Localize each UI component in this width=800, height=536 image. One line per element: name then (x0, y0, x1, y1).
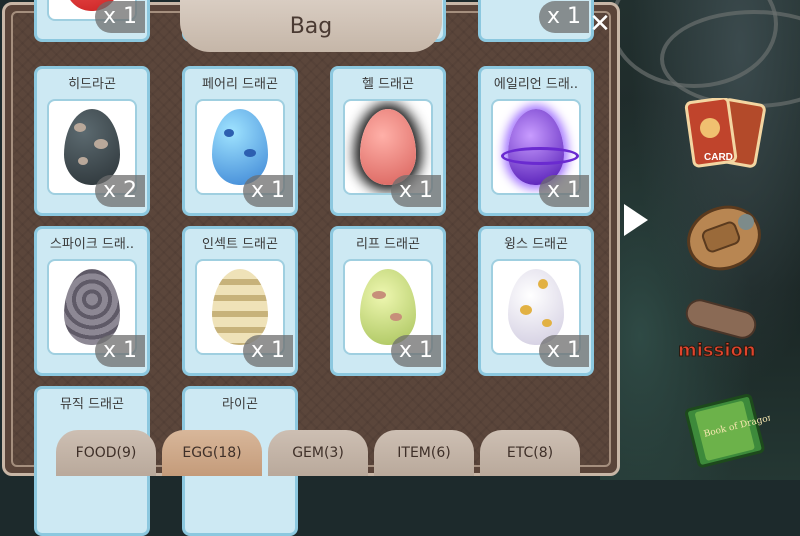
egg-card-fairy-dragon[interactable]: 페어리 드래곤 x 1 (182, 66, 298, 216)
mission-label: mission (678, 340, 756, 361)
red-hell-egg-icon (360, 109, 416, 185)
dark-spotted-egg-icon (64, 109, 120, 185)
item-quantity: x 1 (243, 335, 293, 367)
item-name: 윙스 드래곤 (504, 237, 568, 252)
book-icon: Book of Dragons (685, 394, 779, 468)
close-button[interactable]: ✕ (586, 10, 614, 38)
egg-grid: x 1 x 1 히드라곤 x 2 페어리 드래곤 x 1 헬 드래곤 x 1 에… (0, 0, 620, 536)
item-quantity: x 1 (243, 175, 293, 207)
blue-egg-icon (212, 109, 268, 185)
egg-card[interactable]: x 1 (34, 0, 150, 42)
egg-card[interactable]: x 1 (478, 0, 594, 42)
item-name: 히드라곤 (68, 77, 116, 92)
item-name: 스파이크 드래.. (49, 237, 135, 252)
bag-button[interactable] (676, 192, 772, 276)
lavender-spotted-egg-icon (508, 269, 564, 345)
egg-card-spike-dragon[interactable]: 스파이크 드래.. x 1 (34, 226, 150, 376)
tab-etc[interactable]: ETC(8) (480, 430, 580, 476)
card-icon: CARD (684, 96, 766, 168)
egg-card-hell-dragon[interactable]: 헬 드래곤 x 1 (330, 66, 446, 216)
tab-gem[interactable]: GEM(3) (268, 430, 368, 476)
item-name: 에일리언 드래.. (493, 77, 579, 92)
item-name: 헬 드래곤 (362, 77, 414, 92)
tab-egg[interactable]: EGG(18) (162, 430, 262, 476)
book-of-dragons-button[interactable]: Book of Dragons (678, 392, 779, 472)
item-quantity: x 1 (539, 1, 589, 33)
mission-scroll-icon: mission (678, 299, 757, 362)
card-button[interactable]: CARD (680, 96, 772, 176)
spiked-gray-egg-icon (64, 269, 120, 345)
egg-card-leaf-dragon[interactable]: 리프 드래곤 x 1 (330, 226, 446, 376)
item-quantity: x 1 (539, 175, 589, 207)
tab-food[interactable]: FOOD(9) (56, 430, 156, 476)
item-name: 페어리 드래곤 (202, 77, 278, 92)
item-quantity: x 1 (95, 1, 145, 33)
item-quantity: x 1 (391, 335, 441, 367)
item-quantity: x 2 (95, 175, 145, 207)
egg-card-insect-dragon[interactable]: 인섹트 드래곤 x 1 (182, 226, 298, 376)
egg-card-hydragon[interactable]: 히드라곤 x 2 (34, 66, 150, 216)
item-quantity: x 1 (391, 175, 441, 207)
egg-card-alien-dragon[interactable]: 에일리언 드래.. x 1 (478, 66, 594, 216)
backpack-icon (687, 205, 761, 271)
item-name: 인섹트 드래곤 (202, 237, 278, 252)
card-label: CARD (704, 152, 733, 163)
bag-title: Bag (180, 0, 442, 52)
egg-card-wings-dragon[interactable]: 윙스 드래곤 x 1 (478, 226, 594, 376)
striped-tan-egg-icon (212, 269, 268, 345)
collapse-arrow-icon[interactable] (624, 204, 648, 236)
item-name: 리프 드래곤 (356, 237, 420, 252)
item-quantity: x 1 (539, 335, 589, 367)
green-egg-icon (360, 269, 416, 345)
item-quantity: x 1 (95, 335, 145, 367)
item-name: 라이곤 (222, 397, 258, 412)
item-name: 뮤직 드래곤 (60, 397, 124, 412)
tab-item[interactable]: ITEM(6) (374, 430, 474, 476)
mission-button[interactable]: mission (674, 298, 774, 368)
